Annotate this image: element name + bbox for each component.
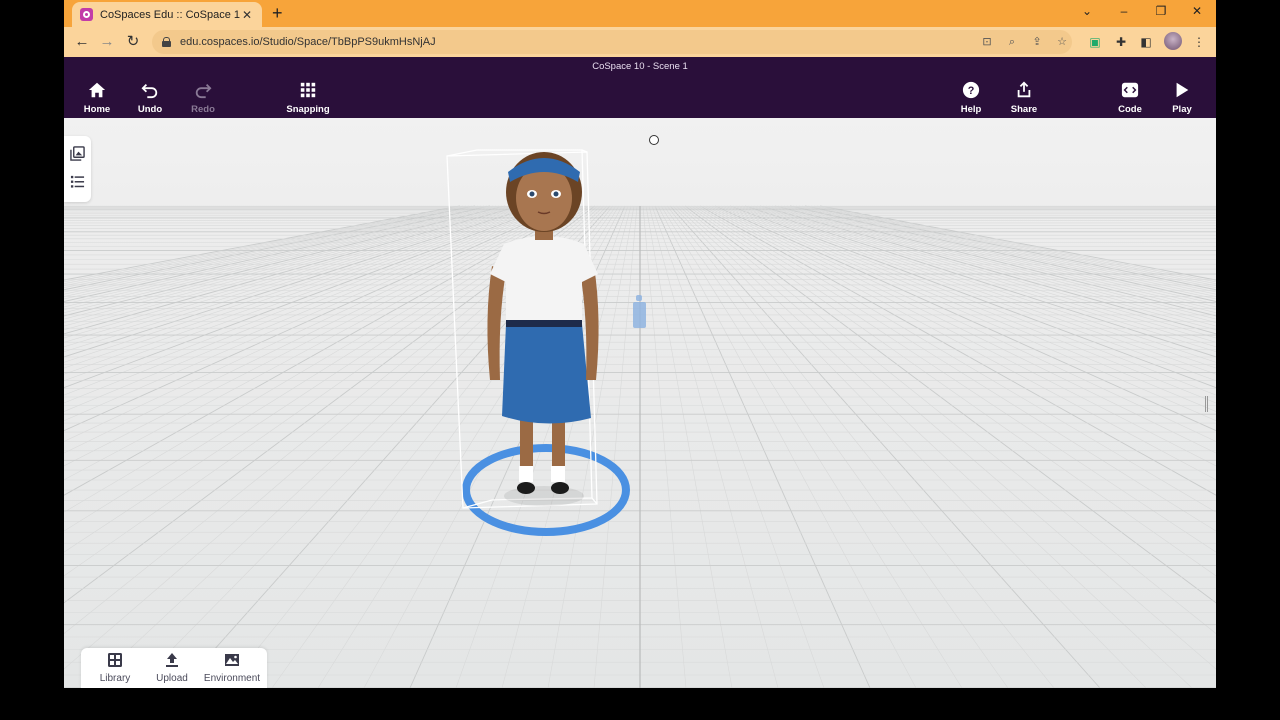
minimize-icon[interactable]: – [1114, 4, 1134, 18]
home-button[interactable]: Home [69, 81, 125, 115]
distant-camera-figure[interactable] [630, 294, 650, 330]
browser-tab[interactable]: CoSpaces Edu :: CoSpace 10 ✕ [72, 2, 262, 27]
home-label: Home [83, 104, 111, 115]
new-tab-button[interactable]: + [272, 3, 283, 23]
url-text: edu.cospaces.io/Studio/Space/TbBpPS9ukmH… [180, 36, 436, 48]
profile-avatar[interactable] [1164, 32, 1182, 50]
help-button[interactable]: ? Help [943, 81, 999, 115]
bottom-toolbar: Library Upload Environment [81, 648, 267, 688]
list-icon[interactable] [70, 174, 85, 189]
restore-icon[interactable]: ❐ [1151, 4, 1171, 18]
play-label: Play [1172, 104, 1192, 115]
library-icon [108, 653, 122, 667]
share-page-icon[interactable]: ⇪ [1029, 34, 1045, 50]
svg-text:?: ? [968, 85, 975, 97]
translate-icon[interactable]: ⊡ [979, 34, 995, 50]
right-panel-handle[interactable] [1205, 396, 1208, 412]
tab-strip: CoSpaces Edu :: CoSpace 10 ✕ + ⌄ – ❐ ✕ [64, 0, 1216, 27]
code-icon [1121, 82, 1139, 98]
play-icon [1176, 82, 1189, 98]
lock-icon [162, 37, 171, 47]
address-bar[interactable]: edu.cospaces.io/Studio/Space/TbBpPS9ukmH… [152, 30, 1072, 54]
share-button[interactable]: Share [996, 81, 1052, 115]
undo-label: Undo [137, 104, 163, 115]
forward-arrow-icon[interactable]: → [97, 32, 117, 52]
help-icon: ? [962, 81, 980, 99]
environment-button[interactable]: Environment [201, 652, 263, 684]
zoom-icon[interactable]: ⌕ [1004, 34, 1020, 50]
upload-icon [166, 653, 178, 667]
library-label: Library [99, 673, 131, 684]
browser-menu-icon[interactable]: ⋮ [1190, 33, 1208, 51]
redo-button[interactable]: Redo [175, 81, 231, 115]
grab-cursor-icon [649, 135, 659, 145]
code-button[interactable]: Code [1102, 81, 1158, 115]
tab-close-icon[interactable]: ✕ [240, 8, 254, 22]
grid-snapping-icon [300, 82, 316, 98]
side-panel-icon[interactable]: ◧ [1137, 33, 1155, 51]
gallery-icon[interactable] [70, 146, 85, 161]
snapping-button[interactable]: Snapping [280, 81, 336, 115]
extensions-puzzle-icon[interactable]: ✚ [1112, 33, 1130, 51]
library-button[interactable]: Library [84, 652, 146, 684]
left-side-panel [64, 136, 91, 202]
undo-button[interactable]: Undo [122, 81, 178, 115]
bookmark-star-icon[interactable]: ☆ [1054, 34, 1070, 50]
window-close-icon[interactable]: ✕ [1187, 4, 1207, 18]
upload-button[interactable]: Upload [141, 652, 203, 684]
page-title: CoSpace 10 - Scene 1 [592, 61, 688, 72]
code-label: Code [1118, 104, 1142, 115]
upload-label: Upload [156, 673, 188, 684]
share-icon [1017, 81, 1031, 98]
help-label: Help [960, 104, 982, 115]
scene-canvas[interactable]: Library Upload Environment [64, 118, 1216, 688]
browser-toolbar: ← → ↻ edu.cospaces.io/Studio/Space/TbBpP… [64, 27, 1216, 57]
redo-icon [195, 83, 212, 99]
redo-label: Redo [191, 104, 215, 115]
cospaces-favicon-icon [80, 8, 93, 21]
reload-icon[interactable]: ↻ [123, 32, 143, 52]
tab-title: CoSpaces Edu :: CoSpace 10 [100, 8, 240, 21]
home-icon [88, 82, 106, 98]
girl-character[interactable] [434, 148, 654, 548]
back-arrow-icon[interactable]: ← [72, 32, 92, 52]
undo-icon [141, 83, 158, 99]
environment-label: Environment [203, 673, 261, 684]
snapping-label: Snapping [286, 104, 330, 115]
browser-window: CoSpaces Edu :: CoSpace 10 ✕ + ⌄ – ❐ ✕ ←… [64, 0, 1216, 688]
play-button[interactable]: Play [1154, 81, 1210, 115]
app-header: CoSpace 10 - Scene 1 Home Undo Redo Snap… [64, 57, 1216, 118]
share-label: Share [1010, 104, 1038, 115]
environment-icon [225, 654, 239, 666]
tab-search-chevron-icon[interactable]: ⌄ [1077, 4, 1097, 18]
extension-grammarly-icon[interactable]: ▣ [1086, 33, 1104, 51]
